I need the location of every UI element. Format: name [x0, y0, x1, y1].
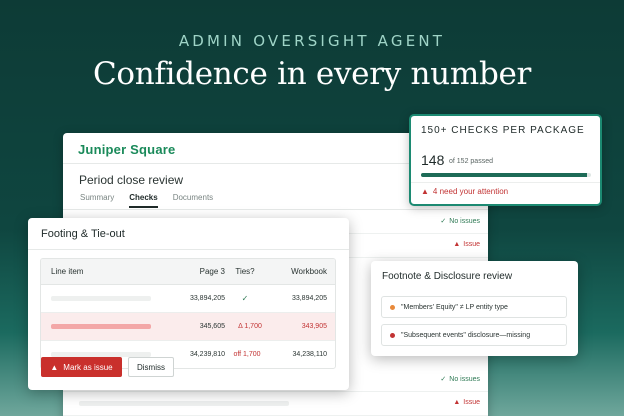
- column-header: Line item: [51, 267, 84, 276]
- check-icon: ✓: [241, 294, 249, 303]
- column-header: Workbook: [291, 267, 327, 276]
- column-header: Ties?: [235, 267, 255, 276]
- divider: [411, 182, 600, 183]
- status-badge: ✓ No issues: [440, 218, 480, 225]
- checks-title: 150+ CHECKS PER PACKAGE: [421, 125, 585, 136]
- column-header: Page 3: [199, 267, 225, 276]
- attention-link[interactable]: ▲ 4 need your attention: [421, 187, 508, 196]
- status-badge: ▲ Issue: [453, 241, 480, 248]
- mark-as-issue-button[interactable]: ▲ Mark as issue: [41, 357, 122, 377]
- card-title: Footing & Tie-out: [41, 228, 125, 240]
- workbook-value: 34,238,110: [292, 351, 327, 358]
- tab-summary[interactable]: Summary: [80, 193, 114, 208]
- footnote-review-card: Footnote & Disclosure review "Members' E…: [371, 261, 578, 356]
- check-icon: ✓: [440, 376, 447, 383]
- tab-bar: Summary Checks Documents: [80, 193, 213, 208]
- card-title: Footnote & Disclosure review: [382, 271, 513, 282]
- workbook-value: 33,894,205: [291, 295, 327, 302]
- workbook-value: 343,905: [301, 323, 327, 330]
- check-icon: ✓: [440, 218, 447, 225]
- page3-value: 33,894,205: [189, 295, 225, 302]
- checks-summary-card: 150+ CHECKS PER PACKAGE 148 of 152 passe…: [409, 114, 602, 206]
- list-item-text: "Members' Equity" ≠ LP entity type: [401, 303, 508, 311]
- tab-checks[interactable]: Checks: [129, 193, 158, 208]
- warning-icon: ▲: [50, 362, 59, 372]
- hero-eyebrow: ADMIN OVERSIGHT AGENT: [178, 32, 446, 50]
- check-row[interactable]: ▲ Issue: [63, 392, 488, 416]
- page3-value: 345,605: [199, 323, 225, 330]
- hero-title: Confidence in every number: [92, 56, 532, 92]
- table-row[interactable]: 345,605 Δ 1,700 343,905: [41, 313, 335, 341]
- placeholder-text: [51, 324, 151, 329]
- status-dot-icon: [390, 304, 395, 310]
- warning-icon: ▲: [453, 241, 461, 248]
- table-header: Line item Page 3 Ties? Workbook: [41, 259, 335, 285]
- checks-count: 148: [421, 152, 445, 168]
- brand-logo: Juniper Square: [78, 142, 176, 157]
- warning-icon: ▲: [421, 187, 429, 196]
- progress-fill: [421, 173, 587, 177]
- placeholder-text: [51, 296, 151, 301]
- placeholder-text: [79, 401, 289, 406]
- footing-tieout-card: Footing & Tie-out Line item Page 3 Ties?…: [28, 218, 349, 390]
- checks-subtext: of 152 passed: [449, 158, 493, 165]
- list-item[interactable]: "Subsequent events" disclosure—missing: [381, 324, 567, 346]
- divider: [28, 249, 349, 250]
- list-item[interactable]: "Members' Equity" ≠ LP entity type: [381, 296, 567, 318]
- warning-icon: ▲: [453, 399, 461, 406]
- status-dot-icon: [390, 332, 395, 338]
- table-row[interactable]: 33,894,205 ✓ 33,894,205: [41, 285, 335, 313]
- status-badge: ▲ Issue: [453, 399, 480, 406]
- button-label: Dismiss: [137, 362, 165, 372]
- tieout-table: Line item Page 3 Ties? Workbook 33,894,2…: [40, 258, 336, 369]
- list-item-text: "Subsequent events" disclosure—missing: [401, 331, 531, 339]
- tab-documents[interactable]: Documents: [173, 193, 213, 208]
- page-title: Period close review: [79, 173, 184, 187]
- progress-bar: [421, 173, 591, 177]
- button-label: Mark as issue: [63, 362, 113, 372]
- dismiss-button[interactable]: Dismiss: [128, 357, 174, 377]
- status-badge: ✓ No issues: [440, 376, 480, 383]
